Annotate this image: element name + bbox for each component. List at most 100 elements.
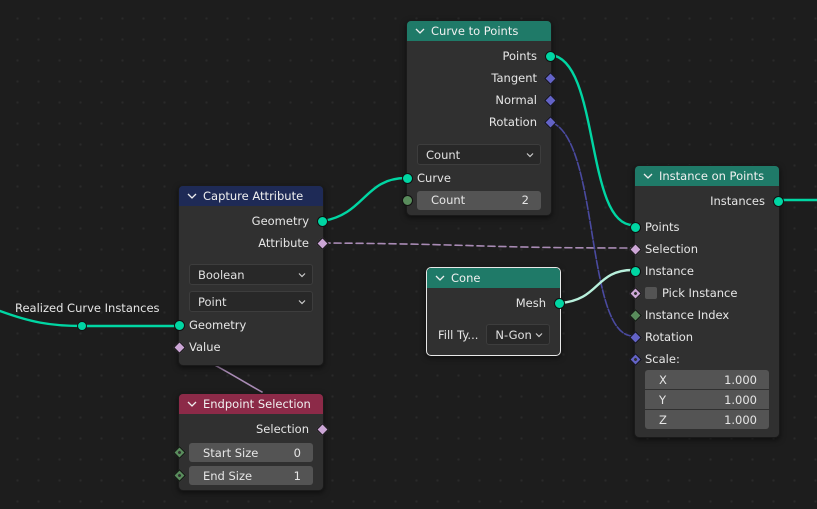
field-value: 0 bbox=[293, 445, 301, 460]
geometry-socket-icon[interactable] bbox=[545, 51, 556, 62]
fill-type-dropdown[interactable]: N-Gon bbox=[486, 324, 550, 345]
scale-y-field[interactable]: Y 1.000 bbox=[645, 390, 769, 409]
boolean-socket-icon[interactable] bbox=[173, 341, 186, 354]
socket-points-out: Points bbox=[407, 45, 556, 67]
chevron-down-icon[interactable] bbox=[187, 399, 197, 409]
vector-socket-icon[interactable] bbox=[629, 331, 642, 344]
vector-socket-icon[interactable] bbox=[544, 72, 557, 85]
node-endpoint-selection[interactable]: Endpoint Selection Selection Start Size 0… bbox=[173, 393, 329, 491]
socket-label: Mesh bbox=[515, 296, 546, 310]
geometry-socket-icon[interactable] bbox=[773, 196, 784, 207]
boolean-socket-icon[interactable] bbox=[316, 423, 329, 436]
node-header[interactable]: Curve to Points bbox=[407, 21, 551, 41]
scale-x-field[interactable]: X 1.000 bbox=[645, 370, 769, 389]
field-label: Z bbox=[659, 412, 667, 427]
socket-rotation-in: Rotation bbox=[629, 326, 779, 348]
pick-instance-checkbox[interactable] bbox=[645, 287, 657, 299]
field-label: X bbox=[659, 372, 667, 387]
mode-dropdown[interactable]: Count bbox=[417, 144, 541, 165]
count-field[interactable]: Count 2 bbox=[417, 190, 541, 210]
chevron-down-icon[interactable] bbox=[643, 171, 653, 181]
socket-label: Attribute bbox=[258, 236, 309, 250]
chevron-down-icon[interactable] bbox=[415, 26, 425, 36]
node-header[interactable]: Capture Attribute bbox=[179, 186, 323, 206]
field-label: Start Size bbox=[203, 445, 259, 460]
fill-type-row: Fill Ty... N-Gon bbox=[427, 324, 560, 345]
field-label: Y bbox=[659, 392, 667, 407]
field-value: 2 bbox=[521, 193, 529, 207]
socket-label: Normal bbox=[495, 93, 537, 107]
socket-label: Scale: bbox=[645, 352, 680, 366]
socket-label: Points bbox=[645, 220, 680, 234]
socket-label: Pick Instance bbox=[662, 286, 738, 300]
socket-scale-in: Scale: bbox=[629, 348, 779, 370]
node-capture-attribute[interactable]: Capture Attribute Geometry Attribute Boo… bbox=[173, 185, 329, 366]
socket-label: Points bbox=[502, 49, 537, 63]
socket-count-in: Count 2 bbox=[402, 189, 551, 211]
socket-label: Tangent bbox=[491, 71, 537, 85]
chevron-down-icon[interactable] bbox=[187, 191, 197, 201]
vector-socket-icon[interactable] bbox=[544, 94, 557, 107]
socket-geometry-out: Geometry bbox=[179, 210, 328, 232]
boolean-field-socket-icon[interactable] bbox=[629, 287, 642, 300]
node-cone[interactable]: Cone Mesh Fill Ty... N-Gon bbox=[426, 267, 565, 356]
socket-attribute-out: Attribute bbox=[179, 232, 329, 254]
integer-socket-icon[interactable] bbox=[402, 195, 413, 206]
chevron-down-icon bbox=[298, 299, 306, 304]
node-header[interactable]: Endpoint Selection bbox=[179, 394, 323, 414]
socket-curve-in: Curve bbox=[402, 167, 551, 189]
socket-label: Selection bbox=[645, 242, 698, 256]
integer-socket-icon[interactable] bbox=[629, 309, 642, 322]
field-label: End Size bbox=[203, 468, 253, 483]
geometry-socket-icon[interactable] bbox=[402, 173, 413, 184]
boolean-socket-icon[interactable] bbox=[629, 243, 642, 256]
reroute-point[interactable] bbox=[77, 321, 87, 331]
node-header[interactable]: Cone bbox=[427, 268, 560, 288]
field-value: 1.000 bbox=[724, 372, 757, 387]
socket-label: Curve bbox=[417, 171, 451, 185]
socket-label: Instance Index bbox=[645, 308, 730, 322]
node-title: Curve to Points bbox=[431, 24, 519, 38]
node-title: Endpoint Selection bbox=[203, 397, 311, 411]
socket-tangent-out: Tangent bbox=[407, 67, 557, 89]
integer-field-socket-icon[interactable] bbox=[173, 446, 186, 459]
geometry-socket-icon[interactable] bbox=[554, 298, 565, 309]
link-mesh-to-instance bbox=[558, 268, 635, 305]
geometry-socket-icon[interactable] bbox=[317, 216, 328, 227]
reroute-label: Realized Curve Instances bbox=[15, 301, 160, 315]
dropdown-value: Boolean bbox=[198, 267, 245, 282]
data-type-dropdown[interactable]: Boolean bbox=[189, 264, 313, 285]
field-value: 1 bbox=[293, 468, 301, 483]
socket-geometry-in: Geometry bbox=[174, 314, 323, 336]
domain-dropdown[interactable]: Point bbox=[189, 291, 313, 312]
integer-field-socket-icon[interactable] bbox=[173, 469, 186, 482]
vector-field-socket-icon[interactable] bbox=[629, 353, 642, 366]
scale-z-field[interactable]: Z 1.000 bbox=[645, 410, 769, 429]
node-curve-to-points[interactable]: Curve to Points Points Tangent Normal Ro… bbox=[402, 20, 557, 216]
socket-label: Geometry bbox=[251, 214, 309, 228]
socket-instance-in: Instance bbox=[630, 260, 779, 282]
node-instance-on-points[interactable]: Instance on Points Instances Points Sele… bbox=[629, 165, 784, 438]
chevron-down-icon bbox=[535, 332, 543, 337]
socket-mesh-out: Mesh bbox=[427, 292, 565, 314]
socket-pick-instance-in: Pick Instance bbox=[629, 282, 779, 304]
node-title: Cone bbox=[451, 271, 481, 285]
node-header[interactable]: Instance on Points bbox=[635, 166, 779, 186]
geometry-socket-icon[interactable] bbox=[174, 320, 185, 331]
vector-socket-icon[interactable] bbox=[544, 116, 557, 129]
geometry-socket-icon[interactable] bbox=[630, 222, 641, 233]
boolean-socket-icon[interactable] bbox=[316, 237, 329, 250]
end-size-field[interactable]: End Size 1 bbox=[189, 466, 313, 485]
start-size-field[interactable]: Start Size 0 bbox=[189, 443, 313, 462]
socket-label: Rotation bbox=[645, 330, 694, 344]
link-capture-geometry-to-curve bbox=[321, 176, 408, 223]
socket-end-size-in: End Size 1 bbox=[173, 464, 323, 487]
geometry-socket-icon[interactable] bbox=[630, 266, 641, 277]
socket-points-in: Points bbox=[630, 216, 779, 238]
socket-selection-out: Selection bbox=[179, 418, 329, 440]
field-label: Count bbox=[431, 193, 466, 207]
chevron-down-icon bbox=[526, 152, 534, 157]
chevron-down-icon[interactable] bbox=[435, 273, 445, 283]
socket-start-size-in: Start Size 0 bbox=[173, 441, 323, 464]
link-points-to-points bbox=[549, 53, 635, 227]
